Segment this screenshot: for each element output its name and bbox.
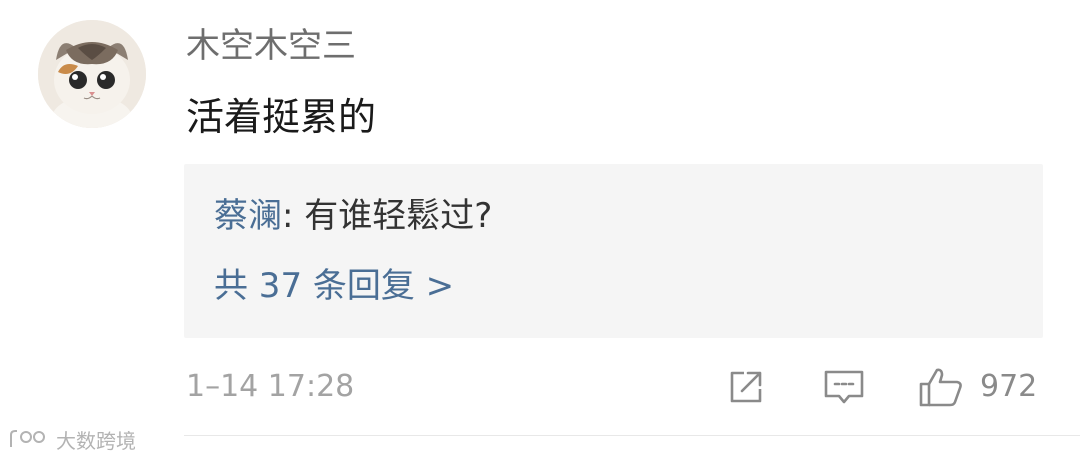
like-button[interactable]: 972 (918, 366, 1037, 408)
reply-line: 蔡澜: 有谁轻鬆过? (214, 194, 492, 238)
share-button[interactable] (726, 366, 768, 408)
watermark-logo-icon (10, 430, 45, 447)
reply-text: 有谁轻鬆过? (304, 196, 493, 236)
divider (184, 435, 1080, 436)
cat-avatar-icon (38, 20, 146, 128)
like-count: 972 (980, 369, 1038, 404)
username[interactable]: 木空木空三 (186, 24, 356, 68)
view-replies-link[interactable]: 共 37 条回复 > (214, 264, 454, 308)
share-icon (730, 371, 762, 403)
comment-button[interactable] (823, 366, 865, 408)
comment-timestamp: 1–14 17:28 (186, 369, 355, 404)
watermark: 大数跨境 (8, 425, 136, 453)
thumbs-up-icon (919, 368, 962, 407)
watermark-text: 大数跨境 (56, 428, 136, 453)
avatar[interactable] (38, 20, 146, 128)
reply-author[interactable]: 蔡澜 (214, 196, 282, 236)
comment-text: 活着挺累的 (186, 95, 377, 139)
comment-icon (824, 370, 864, 404)
reply-separator: : (282, 196, 305, 236)
reply-preview[interactable]: 蔡澜: 有谁轻鬆过? 共 37 条回复 > (184, 164, 1043, 338)
